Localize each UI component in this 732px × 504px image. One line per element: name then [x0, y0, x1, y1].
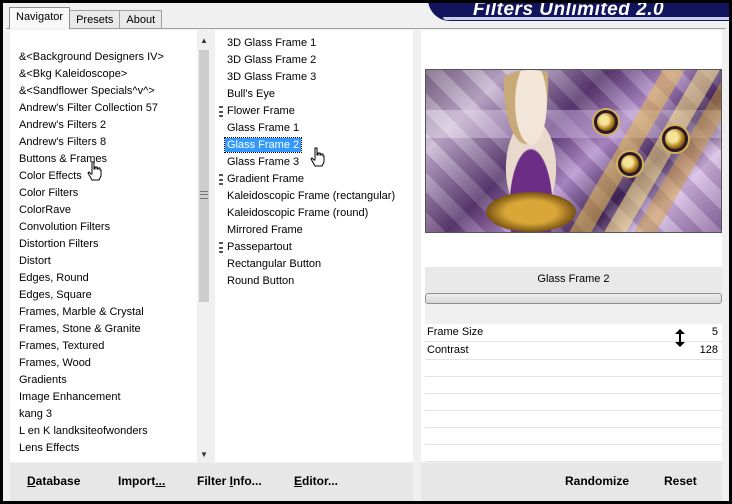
filter-item[interactable]: Kaleidoscopic Frame (rectangular)	[227, 188, 395, 205]
category-list[interactable]: &<Background Designers IV> &<Bkg Kaleido…	[10, 30, 211, 462]
category-item[interactable]: Edges, Round	[19, 270, 89, 287]
scroll-up-arrow-icon[interactable]: ▲	[197, 34, 211, 48]
progress-bar	[425, 293, 722, 304]
empty-param-row	[425, 428, 722, 445]
category-item[interactable]: Color Filters	[19, 185, 78, 202]
category-item[interactable]: Frames, Stone & Granite	[19, 321, 141, 338]
filter-item[interactable]: Glass Frame 3	[227, 154, 299, 171]
filter-item[interactable]: Passepartout	[227, 239, 292, 256]
category-item[interactable]: Lens Effects	[19, 440, 79, 457]
category-item[interactable]: Frames, Wood	[19, 355, 91, 372]
filter-item[interactable]: Bull's Eye	[227, 86, 275, 103]
empty-param-row	[425, 411, 722, 428]
category-item[interactable]: Frames, Textured	[19, 338, 104, 355]
empty-param-row	[425, 360, 722, 377]
category-item[interactable]: Gradients	[19, 372, 67, 389]
empty-param-row	[425, 394, 722, 411]
param-label: Frame Size	[427, 326, 484, 338]
category-item[interactable]: Color Effects	[19, 168, 82, 185]
filter-item[interactable]: 3D Glass Frame 3	[227, 69, 316, 86]
editable-filter-grip-icon	[219, 242, 223, 253]
filter-list[interactable]: 3D Glass Frame 1 3D Glass Frame 2 3D Gla…	[215, 30, 413, 462]
import-button[interactable]: Import...	[118, 474, 165, 488]
filter-item-selected[interactable]: Glass Frame 2	[223, 137, 303, 154]
preview-gold-medallion	[662, 126, 688, 152]
category-item[interactable]: &<Background Designers IV>	[19, 49, 164, 66]
editor-button[interactable]: Editor...	[294, 474, 338, 488]
preview-gold-medallion	[618, 152, 642, 176]
tab-presets[interactable]: Presets	[69, 10, 121, 29]
database-button[interactable]: Database	[27, 474, 80, 488]
tab-strip: Navigator Presets About	[9, 7, 163, 29]
empty-param-row	[425, 445, 722, 462]
randomize-button[interactable]: Randomize	[565, 474, 629, 488]
preview-image	[425, 69, 722, 233]
filters-unlimited-window: Filters Unlimited 2.0 Navigator Presets …	[3, 3, 729, 501]
selected-filter-name: Glass Frame 2	[425, 267, 722, 293]
scroll-down-arrow-icon[interactable]: ▼	[197, 448, 211, 462]
filter-item[interactable]: 3D Glass Frame 2	[227, 52, 316, 69]
category-item[interactable]: Andrew's Filters 2	[19, 117, 106, 134]
filter-item[interactable]: Round Button	[227, 273, 294, 290]
filter-item[interactable]: Glass Frame 1	[227, 120, 299, 137]
hand-pointer-cursor-icon	[310, 147, 325, 167]
parameter-header-strip	[425, 304, 722, 324]
category-scrollbar[interactable]: ▲ ▼	[197, 30, 211, 462]
filter-item[interactable]: Mirrored Frame	[227, 222, 303, 239]
preview-gold-ornament	[486, 192, 576, 232]
preview-panel: Glass Frame 2 Frame Size 5 Contrast 128	[421, 30, 722, 462]
editable-filter-grip-icon	[219, 174, 223, 185]
filter-item[interactable]: Kaleidoscopic Frame (round)	[227, 205, 368, 222]
banner-title: Filters Unlimited 2.0	[473, 3, 665, 20]
param-label: Contrast	[427, 344, 469, 356]
filter-item[interactable]: Flower Frame	[227, 103, 295, 120]
tab-about[interactable]: About	[119, 10, 163, 29]
category-item[interactable]: &<Bkg Kaleidoscope>	[19, 66, 127, 83]
category-item[interactable]: Andrew's Filter Collection 57	[19, 100, 158, 117]
category-item[interactable]: Edges, Square	[19, 287, 92, 304]
category-item[interactable]: Andrew's Filters 8	[19, 134, 106, 151]
param-value[interactable]: 5	[712, 326, 718, 338]
category-item[interactable]: Frames, Marble & Crystal	[19, 304, 144, 321]
category-item[interactable]: L en K landksiteofwonders	[19, 423, 148, 440]
category-item[interactable]: ColorRave	[19, 202, 71, 219]
param-value[interactable]: 128	[700, 344, 718, 356]
filter-item[interactable]: Rectangular Button	[227, 256, 321, 273]
category-item[interactable]: Distortion Filters	[19, 236, 98, 253]
tab-navigator[interactable]: Navigator	[9, 7, 71, 29]
category-item[interactable]: Distort	[19, 253, 51, 270]
hand-pointer-cursor-icon	[87, 161, 102, 181]
category-item[interactable]: Image Enhancement	[19, 389, 121, 406]
reset-button[interactable]: Reset	[664, 474, 697, 488]
filter-item[interactable]: Gradient Frame	[227, 171, 304, 188]
category-item[interactable]: kang 3	[19, 406, 52, 423]
filter-item[interactable]: 3D Glass Frame 1	[227, 35, 316, 52]
filter-info-button[interactable]: Filter Info...	[197, 474, 262, 488]
category-item[interactable]: Convolution Filters	[19, 219, 110, 236]
scroll-grip-icon	[200, 191, 208, 199]
category-item[interactable]: &<Sandflower Specials^v^>	[19, 83, 155, 100]
editable-filter-grip-icon	[219, 106, 223, 117]
empty-param-row	[425, 377, 722, 394]
vertical-resize-cursor-icon	[675, 329, 685, 347]
tab-divider	[6, 28, 726, 29]
preview-gold-medallion	[594, 110, 618, 134]
bottom-button-bar-right: Randomize Reset	[421, 463, 722, 501]
scroll-thumb[interactable]	[199, 50, 209, 302]
bottom-button-bar-left: Database Import... Filter Info... Editor…	[10, 463, 413, 501]
